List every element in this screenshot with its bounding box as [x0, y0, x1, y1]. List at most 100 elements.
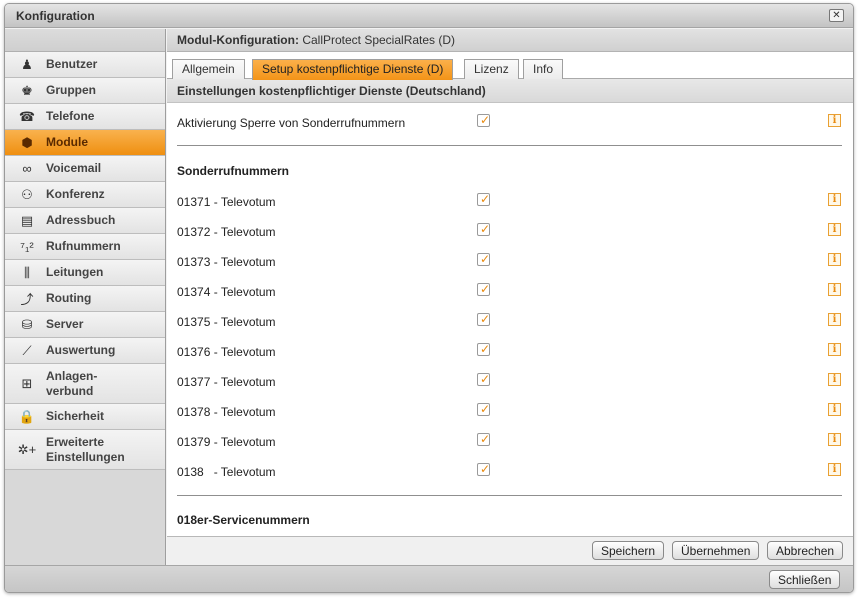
number-checkbox[interactable]: ✓ — [477, 342, 491, 356]
number-checkbox[interactable]: ✓ — [477, 192, 491, 206]
info-icon[interactable]: i — [828, 193, 841, 206]
number-checkbox[interactable]: ✓ — [477, 402, 491, 416]
number-row: 01372 - Televotum ✓ i — [167, 222, 853, 242]
settings-content: Aktivierung Sperre von Sonderrufnummern … — [167, 103, 853, 535]
server-icon: ⛁ — [21, 316, 33, 332]
phone-icon: ☎ — [18, 108, 36, 124]
sidebar-item-label: Auswertung — [46, 343, 116, 357]
routing-icon: ⤴ — [20, 292, 34, 307]
number-label: 01374 - Televotum — [177, 285, 276, 299]
window-title: Konfiguration — [16, 9, 95, 23]
tab-lizenz[interactable]: Lizenz — [464, 59, 519, 79]
sidebar-item-benutzer[interactable]: ♟ Benutzer — [5, 52, 165, 78]
sidebar-item-label: Benutzer — [46, 57, 98, 71]
sidebar-item-label: Sicherheit — [46, 409, 105, 423]
info-icon[interactable]: i — [828, 313, 841, 326]
number-checkbox[interactable]: ✓ — [477, 252, 491, 266]
sidebar-item-label: Module — [46, 135, 88, 149]
number-row: 01376 - Televotum ✓ i — [167, 342, 853, 362]
tab-bar: Allgemein Setup kostenpflichtige Dienste… — [167, 52, 853, 80]
sidebar-item-anlagen-verbund[interactable]: ⊞ Anlagen- verbund — [5, 364, 165, 404]
sidebar: ♟ Benutzer ♚ Gruppen ☎ Telefone ⬢ Module ∞ Voicem… — [5, 29, 166, 565]
lock-icon: 🔒 — [18, 408, 36, 424]
number-label: 01371 - Televotum — [177, 195, 276, 209]
module-icon: ⬢ — [21, 134, 33, 150]
sidebar-item-sicherheit[interactable]: 🔒 Sicherheit — [5, 404, 165, 430]
cancel-button[interactable]: Abbrechen — [767, 541, 844, 560]
check-icon: ✓ — [480, 342, 491, 356]
number-label: 01378 - Televotum — [177, 405, 276, 419]
number-checkbox[interactable]: ✓ — [477, 462, 491, 476]
number-label: 01373 - Televotum — [177, 255, 276, 269]
tab-setup-kostenpflichtige-dienste[interactable]: Setup kostenpflichtige Dienste (D) — [252, 59, 454, 80]
lines-icon: ⫼ — [24, 264, 30, 280]
sidebar-item-label: Server — [46, 317, 84, 331]
sidebar-item-telefone[interactable]: ☎ Telefone — [5, 104, 165, 130]
sidebar-item-auswertung[interactable]: ⟋ Auswertung — [5, 338, 165, 364]
check-icon: ✓ — [480, 192, 491, 206]
servicenummern-heading: 018er-Servicenummern — [177, 513, 310, 527]
action-bar: Speichern Übernehmen Abbrechen — [167, 536, 853, 565]
info-icon[interactable]: i — [828, 283, 841, 296]
info-icon[interactable]: i — [828, 433, 841, 446]
number-checkbox[interactable]: ✓ — [477, 432, 490, 446]
info-icon[interactable]: i — [828, 343, 841, 356]
number-label: 01375 - Televotum — [177, 315, 276, 329]
number-label: 01372 - Televotum — [177, 225, 276, 239]
apply-button[interactable]: Übernehmen — [672, 541, 760, 560]
sidebar-item-konferenz[interactable]: ⚇ Konferenz — [5, 182, 165, 208]
close-icon[interactable]: ✕ — [829, 9, 844, 22]
number-checkbox[interactable]: ✓ — [477, 222, 491, 236]
number-row: 01379 - Televotum ✓ i — [167, 432, 853, 452]
title-bar: Konfiguration ✕ — [5, 4, 853, 28]
addressbook-icon: ▤ — [20, 212, 34, 228]
check-icon: ✓ — [480, 222, 491, 236]
info-icon[interactable]: i — [828, 223, 841, 236]
divider — [177, 145, 842, 146]
check-icon: ✓ — [480, 252, 491, 266]
sidebar-item-module[interactable]: ⬢ Module — [5, 130, 165, 156]
number-row: 01371 - Televotum ✓ i — [167, 192, 853, 212]
sidebar-item-label: Leitungen — [46, 265, 104, 279]
network-icon: ⊞ — [21, 375, 33, 391]
number-checkbox[interactable]: ✓ — [477, 282, 491, 296]
header-label: Modul-Konfiguration: — [177, 33, 299, 47]
check-icon: ✓ — [480, 462, 491, 476]
check-icon: ✓ — [480, 312, 491, 326]
user-icon: ♟ — [21, 56, 33, 72]
sidebar-item-gruppen[interactable]: ♚ Gruppen — [5, 78, 165, 104]
sidebar-item-erweiterte-einstellungen[interactable]: ✲+ Erweiterte Einstellungen — [5, 430, 165, 470]
sidebar-item-voicemail[interactable]: ∞ Voicemail — [5, 156, 165, 182]
info-icon[interactable]: i — [828, 373, 841, 386]
sidebar-item-routing[interactable]: ⤴ Routing — [5, 286, 165, 312]
sidebar-item-server[interactable]: ⛁ Server — [5, 312, 165, 338]
info-icon[interactable]: i — [828, 114, 841, 127]
divider — [177, 495, 842, 496]
number-checkbox[interactable]: ✓ — [477, 312, 491, 326]
numbers-icon: ⁷₁² — [20, 239, 34, 254]
number-row: 0138 - Televotum ✓ i — [167, 462, 853, 482]
sidebar-item-label: Routing — [46, 291, 92, 305]
number-row: 01375 - Televotum ✓ i — [167, 312, 853, 332]
check-icon: ✓ — [480, 282, 491, 296]
activation-checkbox[interactable]: ✓ — [477, 113, 490, 127]
number-row: 01374 - Televotum ✓ i — [167, 282, 853, 302]
check-icon: ✓ — [480, 402, 491, 416]
save-button[interactable]: Speichern — [592, 541, 665, 560]
tab-info[interactable]: Info — [523, 59, 564, 79]
info-icon[interactable]: i — [828, 253, 841, 266]
number-checkbox[interactable]: ✓ — [477, 372, 490, 386]
tab-allgemein[interactable]: Allgemein — [172, 59, 245, 79]
sonderrufnummern-heading: Sonderrufnummern — [177, 164, 290, 178]
sidebar-item-leitungen[interactable]: ⫼ Leitungen — [5, 260, 165, 286]
activation-label: Aktivierung Sperre von Sonderrufnummern — [177, 116, 406, 130]
info-icon[interactable]: i — [828, 463, 841, 476]
sidebar-item-adressbuch[interactable]: ▤ Adressbuch — [5, 208, 165, 234]
main-panel: Modul-Konfiguration: CallProtect Special… — [167, 29, 853, 536]
close-button[interactable]: Schließen — [769, 570, 841, 589]
sidebar-item-rufnummern[interactable]: ⁷₁² Rufnummern — [5, 234, 165, 260]
info-icon[interactable]: i — [828, 403, 841, 416]
sidebar-item-label: Erweiterte Einstellungen — [46, 434, 125, 464]
gear-plus-icon: ✲+ — [17, 441, 37, 457]
sidebar-item-label: Gruppen — [46, 83, 96, 97]
